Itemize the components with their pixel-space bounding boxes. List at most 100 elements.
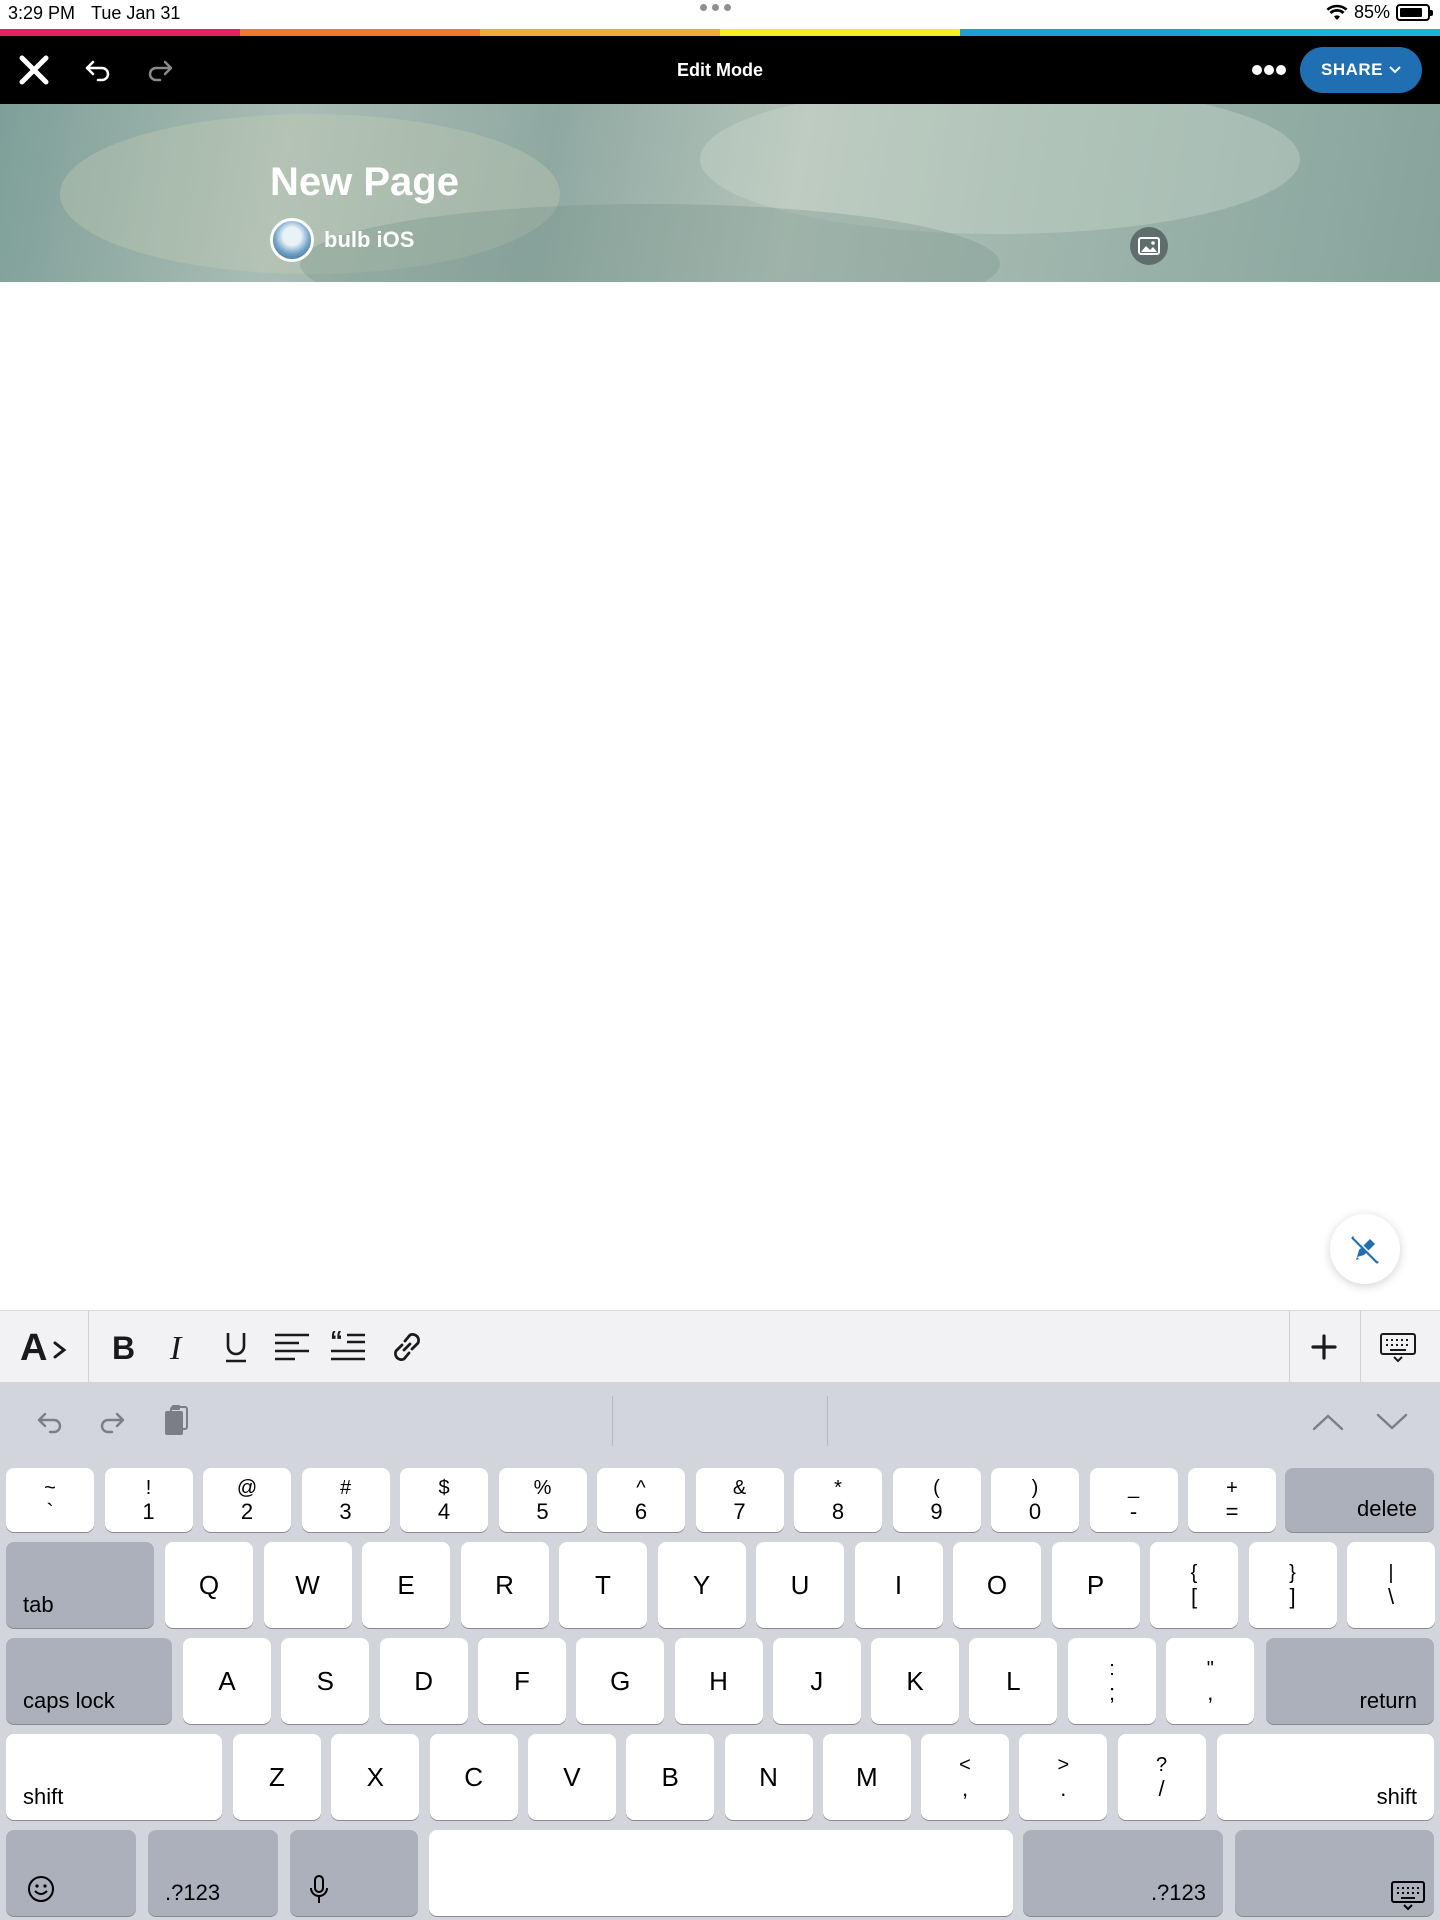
page-content-area[interactable] bbox=[0, 282, 1440, 1310]
key-s[interactable]: S bbox=[281, 1638, 370, 1724]
key-w[interactable]: W bbox=[263, 1542, 352, 1628]
keyboard-paste-button[interactable] bbox=[156, 1400, 196, 1442]
key-7[interactable]: & 7 bbox=[695, 1468, 784, 1532]
key-backslash[interactable]: | \ bbox=[1347, 1542, 1435, 1628]
page-title[interactable]: New Page bbox=[270, 160, 459, 205]
key-9[interactable]: (9 bbox=[892, 1468, 981, 1532]
key-4[interactable]: $4 bbox=[400, 1468, 488, 1532]
key-8[interactable]: * 8 bbox=[794, 1468, 882, 1532]
key-2[interactable]: @2 bbox=[203, 1468, 291, 1532]
align-button[interactable] bbox=[268, 1311, 316, 1383]
more-options-button[interactable] bbox=[1244, 36, 1294, 104]
insert-block-button[interactable] bbox=[1300, 1311, 1348, 1383]
nav-title: Edit Mode bbox=[677, 60, 763, 80]
right-shift-key[interactable]: shift bbox=[1217, 1734, 1434, 1820]
key-comma[interactable]: <, bbox=[921, 1734, 1009, 1820]
left-shift-key[interactable]: shift bbox=[6, 1734, 222, 1820]
key-g[interactable]: G bbox=[576, 1638, 665, 1724]
key-i[interactable]: I bbox=[854, 1542, 943, 1628]
multitasking-dots-icon[interactable] bbox=[700, 4, 731, 11]
key-u[interactable]: U bbox=[756, 1542, 844, 1628]
key-r[interactable]: R bbox=[460, 1542, 549, 1628]
underline-button[interactable] bbox=[212, 1311, 260, 1383]
key-slash[interactable]: ? / bbox=[1117, 1734, 1206, 1820]
bold-button[interactable]: B bbox=[100, 1311, 148, 1383]
key-quote[interactable]: ", bbox=[1166, 1638, 1255, 1724]
avatar bbox=[270, 218, 314, 262]
key-period[interactable]: >. bbox=[1019, 1734, 1108, 1820]
redo-button[interactable] bbox=[138, 36, 182, 104]
key-=[interactable]: + = bbox=[1188, 1468, 1276, 1532]
underline-icon bbox=[226, 1333, 246, 1363]
key-j[interactable]: J bbox=[772, 1638, 861, 1724]
keyboard-undo-button[interactable] bbox=[30, 1402, 70, 1442]
delete-key[interactable]: delete bbox=[1285, 1468, 1434, 1532]
keyboard-shortcut-bar bbox=[0, 1382, 1440, 1458]
key-open-bracket[interactable]: {[ bbox=[1150, 1542, 1238, 1628]
next-field-button[interactable] bbox=[1372, 1402, 1412, 1442]
chevron-down-icon bbox=[1389, 66, 1401, 74]
close-button[interactable] bbox=[10, 36, 58, 104]
key-k[interactable]: K bbox=[871, 1638, 960, 1724]
share-label: SHARE bbox=[1320, 60, 1383, 79]
key-l[interactable]: L bbox=[969, 1638, 1058, 1724]
author[interactable]: bulb iOS bbox=[270, 218, 414, 262]
share-button[interactable]: SHARE bbox=[1300, 47, 1422, 93]
key-6[interactable]: ^ 6 bbox=[597, 1468, 685, 1532]
space-key[interactable] bbox=[429, 1830, 1013, 1916]
tab-key[interactable]: tab bbox=[6, 1542, 154, 1628]
key-3[interactable]: #3 bbox=[301, 1468, 390, 1532]
previous-field-button[interactable] bbox=[1308, 1402, 1348, 1442]
italic-button[interactable]: I bbox=[156, 1311, 204, 1383]
link-button[interactable] bbox=[380, 1311, 434, 1383]
keyboard-redo-button[interactable] bbox=[92, 1402, 132, 1442]
emoji-key[interactable] bbox=[6, 1830, 136, 1916]
key-f[interactable]: F bbox=[477, 1638, 566, 1724]
key-m[interactable]: M bbox=[822, 1734, 911, 1820]
key-e[interactable]: E bbox=[362, 1542, 450, 1628]
key-a[interactable]: A bbox=[183, 1638, 271, 1724]
edit-toggle-button[interactable] bbox=[1330, 1214, 1400, 1284]
numbers-toggle-key-right[interactable]: .?123 bbox=[1023, 1830, 1223, 1916]
text-style-button[interactable]: A bbox=[14, 1311, 78, 1383]
return-key[interactable]: return bbox=[1266, 1638, 1434, 1724]
wifi-icon bbox=[1326, 4, 1348, 20]
hide-keyboard-button[interactable] bbox=[1368, 1311, 1428, 1383]
dismiss-keyboard-key[interactable] bbox=[1235, 1830, 1434, 1916]
caps-lock-key[interactable]: caps lock bbox=[6, 1638, 172, 1724]
key--[interactable]: _ - bbox=[1089, 1468, 1178, 1532]
key-y[interactable]: Y bbox=[657, 1542, 746, 1628]
key-n[interactable]: N bbox=[724, 1734, 813, 1820]
change-cover-button[interactable] bbox=[1130, 227, 1168, 265]
key-p[interactable]: P bbox=[1051, 1542, 1140, 1628]
key-x[interactable]: X bbox=[331, 1734, 420, 1820]
text-style-icon: A bbox=[20, 1327, 67, 1367]
key-`[interactable]: ~ ` bbox=[6, 1468, 94, 1532]
key-q[interactable]: Q bbox=[165, 1542, 253, 1628]
align-left-icon bbox=[275, 1333, 309, 1361]
dictation-key[interactable] bbox=[290, 1830, 418, 1916]
key-z[interactable]: Z bbox=[233, 1734, 321, 1820]
svg-text:B: B bbox=[112, 1330, 135, 1364]
cover-banner[interactable]: New Page bulb iOS bbox=[0, 104, 1440, 282]
undo-button[interactable] bbox=[76, 36, 120, 104]
key-d[interactable]: D bbox=[379, 1638, 468, 1724]
key-h[interactable]: H bbox=[674, 1638, 763, 1724]
key-c[interactable]: C bbox=[429, 1734, 518, 1820]
key-1[interactable]: ! 1 bbox=[104, 1468, 193, 1532]
key-5[interactable]: % 5 bbox=[498, 1468, 587, 1532]
image-icon bbox=[1138, 237, 1160, 255]
key-v[interactable]: V bbox=[527, 1734, 616, 1820]
key-b[interactable]: B bbox=[626, 1734, 715, 1820]
numbers-toggle-key[interactable]: .?123 bbox=[148, 1830, 278, 1916]
top-nav: Edit Mode SHARE bbox=[0, 36, 1440, 104]
quote-button[interactable]: “ bbox=[324, 1311, 372, 1383]
key-close-bracket[interactable]: }] bbox=[1248, 1542, 1337, 1628]
key-semicolon[interactable]: :; bbox=[1068, 1638, 1156, 1724]
close-icon bbox=[19, 55, 49, 85]
key-o[interactable]: O bbox=[953, 1542, 1041, 1628]
author-name: bulb iOS bbox=[324, 227, 415, 252]
key-t[interactable]: T bbox=[559, 1542, 647, 1628]
more-icon bbox=[1252, 65, 1286, 75]
key-0[interactable]: ) 0 bbox=[991, 1468, 1079, 1532]
